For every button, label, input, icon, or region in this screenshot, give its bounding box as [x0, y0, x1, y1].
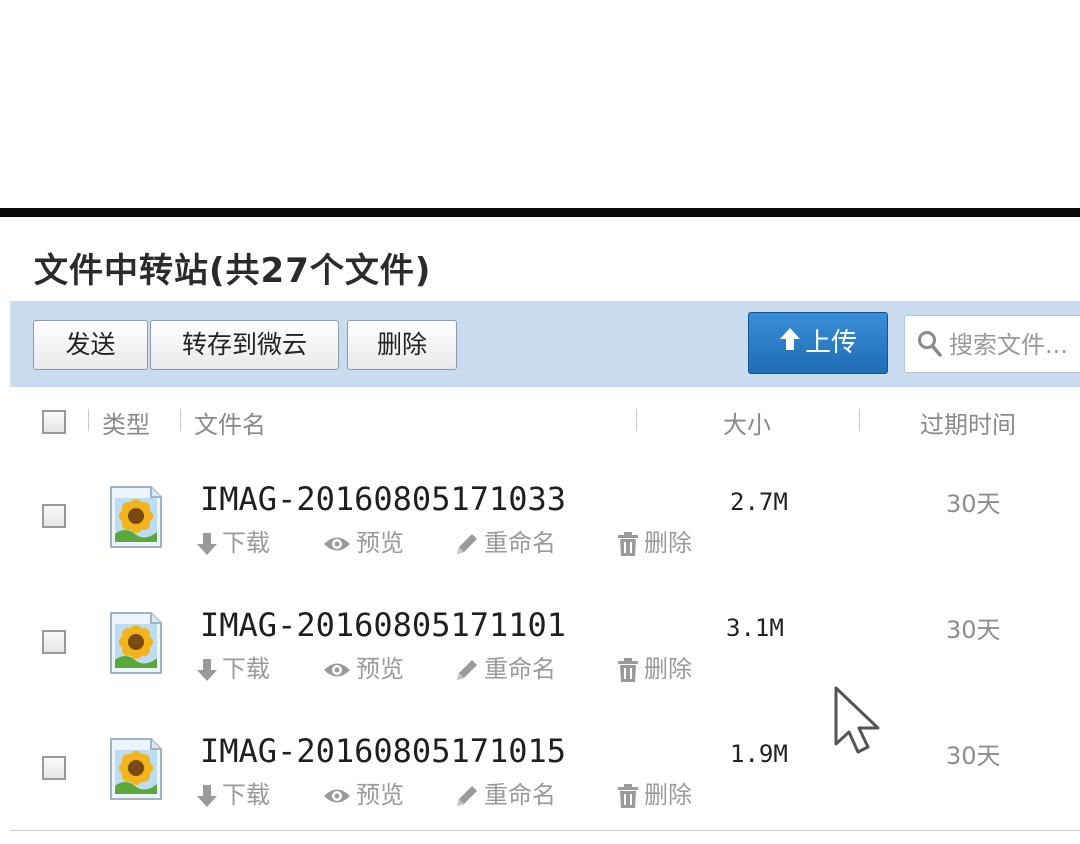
- file-name[interactable]: IMAG-20160805171033: [200, 480, 566, 518]
- delete-link[interactable]: 删除: [616, 780, 692, 810]
- preview-link[interactable]: 预览: [322, 528, 404, 558]
- delete-label: 删除: [644, 655, 692, 683]
- pencil-icon: [454, 655, 484, 683]
- mouse-cursor-icon: [832, 684, 892, 760]
- file-row[interactable]: IMAG-20160805171101 3.1M 30天 下载 预览 重命名 删…: [10, 578, 1080, 705]
- up-arrow-icon: [779, 314, 801, 374]
- rename-link[interactable]: 重命名: [454, 654, 556, 684]
- download-label: 下载: [222, 655, 270, 683]
- trash-icon: [616, 781, 644, 809]
- search-box[interactable]: [904, 315, 1080, 373]
- upload-button-label: 上传: [804, 328, 857, 358]
- download-icon: [196, 655, 222, 683]
- file-name[interactable]: IMAG-20160805171101: [200, 606, 566, 644]
- header-separator: [636, 409, 637, 431]
- header-filename[interactable]: 文件名: [194, 405, 266, 440]
- delete-label: 删除: [644, 529, 692, 557]
- pencil-icon: [454, 781, 484, 809]
- file-row[interactable]: IMAG-20160805171033 2.7M 30天 下载 预览 重命名 删…: [10, 452, 1080, 579]
- rename-label: 重命名: [484, 655, 556, 683]
- search-input[interactable]: [947, 324, 1080, 366]
- row-checkbox[interactable]: [42, 756, 66, 780]
- image-file-icon: [108, 610, 164, 680]
- file-expire: 30天: [946, 742, 1001, 770]
- preview-link[interactable]: 预览: [322, 654, 404, 684]
- header-separator: [180, 409, 181, 431]
- eye-icon: [322, 529, 356, 557]
- rename-label: 重命名: [484, 529, 556, 557]
- pencil-icon: [454, 529, 484, 557]
- header-size[interactable]: 大小: [723, 405, 771, 440]
- trash-icon: [616, 529, 644, 557]
- file-size: 3.1M: [726, 614, 784, 642]
- rename-label: 重命名: [484, 781, 556, 809]
- search-icon: [917, 330, 943, 362]
- trash-icon: [616, 655, 644, 683]
- delete-link[interactable]: 删除: [616, 528, 692, 558]
- image-file-icon: [108, 484, 164, 554]
- download-icon: [196, 781, 222, 809]
- top-divider: [0, 208, 1080, 217]
- page-title: 文件中转站(共27个文件): [34, 251, 432, 291]
- delete-button[interactable]: 删除: [347, 320, 457, 370]
- file-expire: 30天: [946, 616, 1001, 644]
- preview-label: 预览: [356, 529, 404, 557]
- file-size: 2.7M: [730, 488, 788, 516]
- header-expire[interactable]: 过期时间: [920, 405, 1016, 440]
- file-expire: 30天: [946, 490, 1001, 518]
- header-type: 类型: [102, 411, 150, 439]
- preview-link[interactable]: 预览: [322, 780, 404, 810]
- download-label: 下载: [222, 529, 270, 557]
- list-header: 类型 文件名 大小 过期时间: [10, 387, 1080, 453]
- file-row[interactable]: IMAG-20160805171015 1.9M 30天 下载 预览 重命名 删…: [10, 704, 1080, 831]
- header-separator: [88, 409, 89, 431]
- file-size: 1.9M: [730, 740, 788, 768]
- select-all-checkbox[interactable]: [42, 410, 66, 434]
- preview-label: 预览: [356, 655, 404, 683]
- header-separator: [859, 409, 860, 431]
- download-icon: [196, 529, 222, 557]
- download-link[interactable]: 下载: [196, 780, 270, 810]
- rename-link[interactable]: 重命名: [454, 780, 556, 810]
- delete-link[interactable]: 删除: [616, 654, 692, 684]
- file-name[interactable]: IMAG-20160805171015: [200, 732, 566, 770]
- toolbar: 发送 转存到微云 删除 上传: [10, 301, 1080, 387]
- upload-button[interactable]: 上传: [748, 312, 888, 374]
- top-blank-area: [0, 0, 1080, 208]
- preview-label: 预览: [356, 781, 404, 809]
- download-link[interactable]: 下载: [196, 528, 270, 558]
- row-checkbox[interactable]: [42, 630, 66, 654]
- download-link[interactable]: 下载: [196, 654, 270, 684]
- eye-icon: [322, 655, 356, 683]
- image-file-icon: [108, 736, 164, 806]
- eye-icon: [322, 781, 356, 809]
- save-to-weiyun-button[interactable]: 转存到微云: [150, 320, 339, 370]
- download-label: 下载: [222, 781, 270, 809]
- rename-link[interactable]: 重命名: [454, 528, 556, 558]
- delete-label: 删除: [644, 781, 692, 809]
- send-button[interactable]: 发送: [33, 320, 148, 370]
- row-checkbox[interactable]: [42, 504, 66, 528]
